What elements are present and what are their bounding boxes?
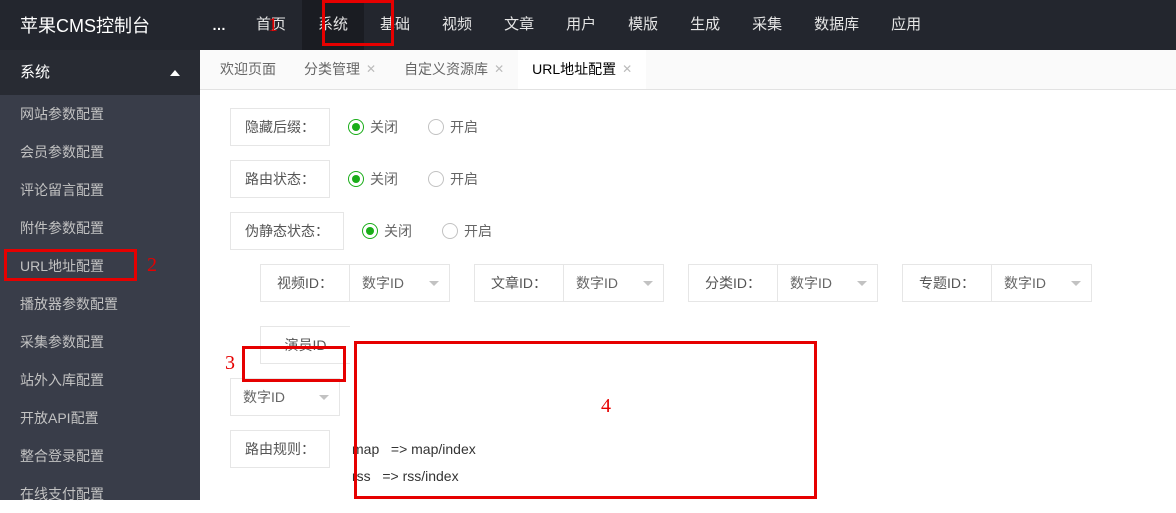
id-field-topic: 专题ID： 数字ID — [902, 264, 1092, 302]
nav-basic[interactable]: 基础 — [364, 0, 426, 50]
radiogroup-route-status: 关闭 开启 — [348, 169, 478, 189]
radio-hide-suffix-open[interactable]: 开启 — [428, 117, 478, 137]
label-pseudo-static: 伪静态状态： — [230, 212, 344, 250]
row-pseudo-static: 伪静态状态： 关闭 开启 — [230, 212, 1146, 250]
radio-unchecked-icon — [428, 119, 444, 135]
tab-url-config[interactable]: URL地址配置 ✕ — [518, 50, 646, 89]
form-wrap: 隐藏后缀： 关闭 开启 路由状态： 关闭 — [200, 90, 1176, 500]
nav-app[interactable]: 应用 — [875, 0, 937, 50]
radio-label: 关闭 — [370, 169, 398, 189]
sidebar-item-member-params[interactable]: 会员参数配置 — [0, 133, 200, 171]
radio-unchecked-icon — [428, 171, 444, 187]
id-select-topic[interactable]: 数字ID — [992, 264, 1092, 302]
nav-database[interactable]: 数据库 — [798, 0, 875, 50]
radio-checked-icon — [348, 119, 364, 135]
nav-collect[interactable]: 采集 — [736, 0, 798, 50]
tab-label: 自定义资源库 — [404, 50, 488, 89]
sidebar-item-integrated-login[interactable]: 整合登录配置 — [0, 437, 200, 475]
row-hide-suffix: 隐藏后缀： 关闭 开启 — [230, 108, 1146, 146]
id-select-article[interactable]: 数字ID — [564, 264, 664, 302]
nav-home[interactable]: 首页 — [240, 0, 302, 50]
topbar: 苹果CMS控制台 … 首页 系统 基础 视频 文章 用户 模版 生成 采集 数据… — [0, 0, 1176, 50]
row-route-rules: 路由规则： map => map/index rss => rss/index … — [230, 430, 1146, 500]
nav-template[interactable]: 模版 — [612, 0, 674, 50]
nav-user[interactable]: 用户 — [550, 0, 612, 50]
sidebar-item-player-params[interactable]: 播放器参数配置 — [0, 285, 200, 323]
tab-welcome[interactable]: 欢迎页面 — [206, 50, 290, 89]
sidebar-item-site-params[interactable]: 网站参数配置 — [0, 95, 200, 133]
id-extra-row: 数字ID — [230, 378, 1146, 416]
tab-label: 分类管理 — [304, 50, 360, 89]
label-hide-suffix: 隐藏后缀： — [230, 108, 330, 146]
sidebar: 系统 网站参数配置 会员参数配置 评论留言配置 附件参数配置 URL地址配置 播… — [0, 50, 200, 500]
radiogroup-hide-suffix: 关闭 开启 — [348, 117, 478, 137]
radiogroup-pseudo-static: 关闭 开启 — [362, 221, 492, 241]
close-icon[interactable]: ✕ — [622, 50, 632, 89]
sidebar-item-comment-config[interactable]: 评论留言配置 — [0, 171, 200, 209]
sidebar-item-external-store[interactable]: 站外入库配置 — [0, 361, 200, 399]
radio-pseudo-static-close[interactable]: 关闭 — [362, 221, 412, 241]
id-label: 分类ID： — [688, 264, 778, 302]
radio-checked-icon — [362, 223, 378, 239]
tab-label: 欢迎页面 — [220, 50, 276, 89]
nav-generate[interactable]: 生成 — [674, 0, 736, 50]
tab-label: URL地址配置 — [532, 50, 616, 89]
sidebar-item-collect-params[interactable]: 采集参数配置 — [0, 323, 200, 361]
row-route-status: 路由状态： 关闭 开启 — [230, 160, 1146, 198]
radio-hide-suffix-close[interactable]: 关闭 — [348, 117, 398, 137]
radio-label: 关闭 — [370, 117, 398, 137]
id-label: 文章ID： — [474, 264, 564, 302]
sidebar-item-url-config[interactable]: URL地址配置 — [0, 247, 200, 285]
topnav: … 首页 系统 基础 视频 文章 用户 模版 生成 采集 数据库 应用 — [200, 0, 937, 50]
sidebar-item-attachment-params[interactable]: 附件参数配置 — [0, 209, 200, 247]
sidebar-item-online-pay[interactable]: 在线支付配置 — [0, 475, 200, 513]
id-label: 视频ID： — [260, 264, 350, 302]
tab-custom-resource[interactable]: 自定义资源库 ✕ — [390, 50, 518, 89]
radio-checked-icon — [348, 171, 364, 187]
tabsbar: 欢迎页面 分类管理 ✕ 自定义资源库 ✕ URL地址配置 ✕ — [200, 50, 1176, 90]
close-icon[interactable]: ✕ — [494, 50, 504, 89]
id-select-video[interactable]: 数字ID — [350, 264, 450, 302]
close-icon[interactable]: ✕ — [366, 50, 376, 89]
nav-article[interactable]: 文章 — [488, 0, 550, 50]
radio-label: 开启 — [464, 221, 492, 241]
nav-video[interactable]: 视频 — [426, 0, 488, 50]
radio-label: 关闭 — [384, 221, 412, 241]
radio-route-status-open[interactable]: 开启 — [428, 169, 478, 189]
id-field-article: 文章ID： 数字ID — [474, 264, 664, 302]
sidebar-group-label: 系统 — [20, 50, 50, 95]
tab-category[interactable]: 分类管理 ✕ — [290, 50, 390, 89]
app-title: 苹果CMS控制台 — [0, 12, 200, 38]
id-extra-select[interactable]: 数字ID — [230, 378, 340, 416]
id-label: 专题ID： — [902, 264, 992, 302]
id-label: 演员ID — [260, 326, 350, 364]
sidebar-item-open-api[interactable]: 开放API配置 — [0, 399, 200, 437]
id-select-category[interactable]: 数字ID — [778, 264, 878, 302]
radio-label: 开启 — [450, 117, 478, 137]
collapse-up-icon — [170, 70, 180, 76]
id-field-video: 视频ID： 数字ID — [260, 264, 450, 302]
id-fields-row: 视频ID： 数字ID 文章ID： 数字ID 分类ID： 数字ID 专题ID： 数… — [260, 264, 1146, 364]
radio-route-status-close[interactable]: 关闭 — [348, 169, 398, 189]
topnav-more-icon[interactable]: … — [200, 17, 240, 33]
id-field-category: 分类ID： 数字ID — [688, 264, 878, 302]
id-field-actor: 演员ID — [260, 326, 350, 364]
nav-system[interactable]: 系统 — [302, 0, 364, 50]
radio-pseudo-static-open[interactable]: 开启 — [442, 221, 492, 241]
sidebar-group-title[interactable]: 系统 — [0, 50, 200, 95]
radio-unchecked-icon — [442, 223, 458, 239]
radio-label: 开启 — [450, 169, 478, 189]
route-rules-textarea[interactable]: map => map/index rss => rss/index index-… — [342, 430, 772, 500]
label-route-status: 路由状态： — [230, 160, 330, 198]
label-route-rules: 路由规则： — [230, 430, 330, 468]
main-area: 欢迎页面 分类管理 ✕ 自定义资源库 ✕ URL地址配置 ✕ 隐藏后缀： 关闭 — [200, 50, 1176, 500]
